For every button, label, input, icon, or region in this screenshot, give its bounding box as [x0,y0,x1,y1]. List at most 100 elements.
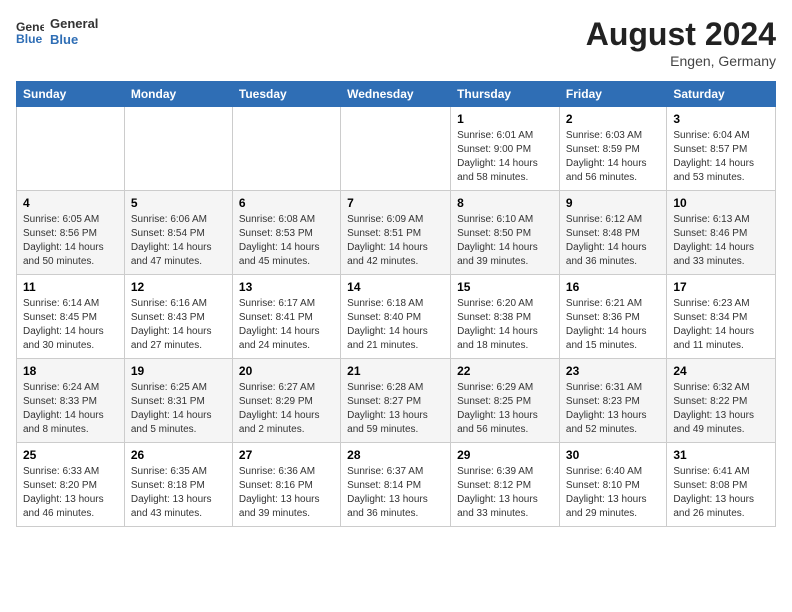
calendar-header-row: SundayMondayTuesdayWednesdayThursdayFrid… [17,82,776,107]
day-info: Sunrise: 6:14 AM Sunset: 8:45 PM Dayligh… [23,297,118,353]
day-info: Sunrise: 6:10 AM Sunset: 8:50 PM Dayligh… [457,213,553,269]
calendar-cell: 4 Sunrise: 6:05 AM Sunset: 8:56 PM Daylig… [17,191,125,275]
day-header-wednesday: Wednesday [341,82,451,107]
calendar-cell: 27 Sunrise: 6:36 AM Sunset: 8:16 PM Dayli… [232,443,340,527]
day-info: Sunrise: 6:40 AM Sunset: 8:10 PM Dayligh… [566,465,660,521]
day-info: Sunrise: 6:21 AM Sunset: 8:36 PM Dayligh… [566,297,660,353]
calendar-cell: 25Sunrise: 6:33 AM Sunset: 8:20 PM Dayli… [17,443,125,527]
day-info: Sunrise: 6:06 AM Sunset: 8:54 PM Dayligh… [131,213,226,269]
calendar-week-row: 1Sunrise: 6:01 AM Sunset: 9:00 PM Daylig… [17,107,776,191]
day-info: Sunrise: 6:31 AM Sunset: 8:23 PM Dayligh… [566,381,660,437]
day-number: 5 [131,196,226,210]
day-number: 17 [673,280,769,294]
day-number: 22 [457,364,553,378]
day-number: 12 [131,280,226,294]
calendar-cell: 28Sunrise: 6:37 AM Sunset: 8:14 PM Dayli… [341,443,451,527]
day-number: 4 [23,196,118,210]
day-number: 1 [457,112,553,126]
day-number: 20 [239,364,334,378]
day-number: 26 [131,448,226,462]
day-info: Sunrise: 6:32 AM Sunset: 8:22 PM Dayligh… [673,381,769,437]
calendar-cell: 11 Sunrise: 6:14 AM Sunset: 8:45 PM Dayli… [17,275,125,359]
calendar-cell: 16 Sunrise: 6:21 AM Sunset: 8:36 PM Dayli… [559,275,666,359]
calendar-cell: 22 Sunrise: 6:29 AM Sunset: 8:25 PM Dayli… [451,359,560,443]
location-subtitle: Engen, Germany [586,53,776,69]
calendar-cell: 29 Sunrise: 6:39 AM Sunset: 8:12 PM Dayli… [451,443,560,527]
day-info: Sunrise: 6:05 AM Sunset: 8:56 PM Dayligh… [23,213,118,269]
calendar-cell: 2 Sunrise: 6:03 AM Sunset: 8:59 PM Daylig… [559,107,666,191]
day-info: Sunrise: 6:17 AM Sunset: 8:41 PM Dayligh… [239,297,334,353]
day-info: Sunrise: 6:41 AM Sunset: 8:08 PM Dayligh… [673,465,769,521]
logo-text-blue: Blue [50,32,98,48]
calendar-cell: 19 Sunrise: 6:25 AM Sunset: 8:31 PM Dayli… [124,359,232,443]
calendar-cell: 8Sunrise: 6:10 AM Sunset: 8:50 PM Daylig… [451,191,560,275]
day-header-tuesday: Tuesday [232,82,340,107]
calendar-cell: 15 Sunrise: 6:20 AM Sunset: 8:38 PM Dayli… [451,275,560,359]
day-number: 27 [239,448,334,462]
day-number: 16 [566,280,660,294]
day-info: Sunrise: 6:36 AM Sunset: 8:16 PM Dayligh… [239,465,334,521]
day-number: 2 [566,112,660,126]
day-info: Sunrise: 6:35 AM Sunset: 8:18 PM Dayligh… [131,465,226,521]
day-number: 11 [23,280,118,294]
svg-text:Blue: Blue [16,32,43,46]
day-number: 31 [673,448,769,462]
day-info: Sunrise: 6:27 AM Sunset: 8:29 PM Dayligh… [239,381,334,437]
calendar-cell: 13Sunrise: 6:17 AM Sunset: 8:41 PM Dayli… [232,275,340,359]
calendar-week-row: 18Sunrise: 6:24 AM Sunset: 8:33 PM Dayli… [17,359,776,443]
calendar-cell [341,107,451,191]
day-info: Sunrise: 6:28 AM Sunset: 8:27 PM Dayligh… [347,381,444,437]
day-number: 23 [566,364,660,378]
calendar-cell: 26 Sunrise: 6:35 AM Sunset: 8:18 PM Dayli… [124,443,232,527]
day-info: Sunrise: 6:29 AM Sunset: 8:25 PM Dayligh… [457,381,553,437]
day-info: Sunrise: 6:03 AM Sunset: 8:59 PM Dayligh… [566,129,660,185]
day-number: 10 [673,196,769,210]
day-number: 18 [23,364,118,378]
calendar-week-row: 11 Sunrise: 6:14 AM Sunset: 8:45 PM Dayli… [17,275,776,359]
calendar-week-row: 4 Sunrise: 6:05 AM Sunset: 8:56 PM Daylig… [17,191,776,275]
day-number: 19 [131,364,226,378]
day-info: Sunrise: 6:23 AM Sunset: 8:34 PM Dayligh… [673,297,769,353]
day-info: Sunrise: 6:20 AM Sunset: 8:38 PM Dayligh… [457,297,553,353]
day-number: 7 [347,196,444,210]
day-info: Sunrise: 6:25 AM Sunset: 8:31 PM Dayligh… [131,381,226,437]
day-number: 21 [347,364,444,378]
day-info: Sunrise: 6:13 AM Sunset: 8:46 PM Dayligh… [673,213,769,269]
day-header-sunday: Sunday [17,82,125,107]
day-info: Sunrise: 6:18 AM Sunset: 8:40 PM Dayligh… [347,297,444,353]
calendar-cell: 1Sunrise: 6:01 AM Sunset: 9:00 PM Daylig… [451,107,560,191]
calendar-cell: 24Sunrise: 6:32 AM Sunset: 8:22 PM Dayli… [667,359,776,443]
day-header-monday: Monday [124,82,232,107]
calendar-cell: 9Sunrise: 6:12 AM Sunset: 8:48 PM Daylig… [559,191,666,275]
day-number: 30 [566,448,660,462]
day-number: 29 [457,448,553,462]
day-info: Sunrise: 6:37 AM Sunset: 8:14 PM Dayligh… [347,465,444,521]
calendar-table: SundayMondayTuesdayWednesdayThursdayFrid… [16,81,776,527]
calendar-cell: 21 Sunrise: 6:28 AM Sunset: 8:27 PM Dayli… [341,359,451,443]
calendar-cell: 31 Sunrise: 6:41 AM Sunset: 8:08 PM Dayli… [667,443,776,527]
calendar-cell [17,107,125,191]
day-number: 6 [239,196,334,210]
day-info: Sunrise: 6:09 AM Sunset: 8:51 PM Dayligh… [347,213,444,269]
calendar-cell: 7 Sunrise: 6:09 AM Sunset: 8:51 PM Daylig… [341,191,451,275]
day-number: 25 [23,448,118,462]
day-number: 15 [457,280,553,294]
calendar-week-row: 25Sunrise: 6:33 AM Sunset: 8:20 PM Dayli… [17,443,776,527]
day-number: 14 [347,280,444,294]
month-year-title: August 2024 [586,16,776,53]
day-info: Sunrise: 6:16 AM Sunset: 8:43 PM Dayligh… [131,297,226,353]
calendar-cell: 14 Sunrise: 6:18 AM Sunset: 8:40 PM Dayli… [341,275,451,359]
day-header-saturday: Saturday [667,82,776,107]
calendar-cell [232,107,340,191]
day-number: 3 [673,112,769,126]
day-number: 9 [566,196,660,210]
logo-icon: General Blue [16,18,44,46]
calendar-cell: 20 Sunrise: 6:27 AM Sunset: 8:29 PM Dayli… [232,359,340,443]
logo-text-general: General [50,16,98,32]
logo: General Blue General Blue [16,16,98,47]
calendar-cell: 6 Sunrise: 6:08 AM Sunset: 8:53 PM Daylig… [232,191,340,275]
calendar-cell: 10 Sunrise: 6:13 AM Sunset: 8:46 PM Dayli… [667,191,776,275]
day-header-thursday: Thursday [451,82,560,107]
day-info: Sunrise: 6:39 AM Sunset: 8:12 PM Dayligh… [457,465,553,521]
day-info: Sunrise: 6:08 AM Sunset: 8:53 PM Dayligh… [239,213,334,269]
